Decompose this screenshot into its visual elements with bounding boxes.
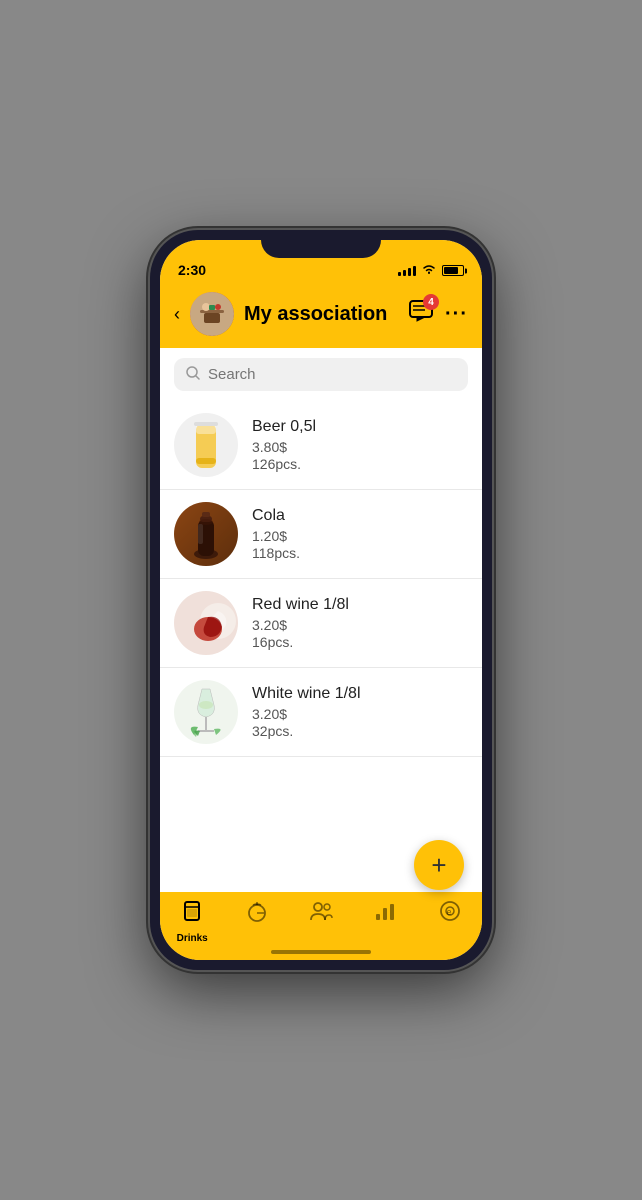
item-qty: 118pcs. [252, 545, 468, 561]
header-actions: 4 ··· [409, 300, 468, 328]
chat-button[interactable]: 4 [409, 300, 433, 328]
item-info-beer: Beer 0,5l 3.80$ 126pcs. [252, 418, 468, 472]
item-name: Beer 0,5l [252, 418, 468, 436]
members-icon [309, 900, 333, 928]
battery-icon [442, 265, 464, 276]
nav-item-stats[interactable] [360, 900, 410, 928]
item-price: 3.80$ [252, 439, 468, 455]
fab-container: + [414, 840, 464, 890]
item-name: Cola [252, 507, 468, 525]
item-name: White wine 1/8l [252, 685, 468, 703]
home-indicator [271, 950, 371, 954]
status-icons [398, 263, 464, 278]
item-qty: 32pcs. [252, 723, 468, 739]
status-time: 2:30 [178, 262, 206, 278]
drinks-label: Drinks [177, 933, 208, 944]
item-qty: 16pcs. [252, 634, 468, 650]
list-item[interactable]: Beer 0,5l 3.80$ 126pcs. [160, 401, 482, 490]
item-info-white-wine: White wine 1/8l 3.20$ 32pcs. [252, 685, 468, 739]
nav-item-members[interactable] [296, 900, 346, 928]
list-item[interactable]: Cola 1.20$ 118pcs. [160, 490, 482, 579]
wifi-icon [421, 263, 437, 278]
items-list: Beer 0,5l 3.80$ 126pcs. [160, 401, 482, 892]
food-icon [246, 900, 268, 930]
item-image-red-wine [174, 591, 238, 655]
nav-item-settings[interactable]: e [425, 900, 475, 928]
stats-icon [374, 900, 396, 928]
svg-text:e: e [446, 907, 451, 917]
item-image-beer [174, 413, 238, 477]
item-price: 3.20$ [252, 617, 468, 633]
app-header: ‹ My association [160, 284, 482, 348]
signal-icon [398, 266, 416, 276]
search-icon [186, 366, 200, 383]
item-info-red-wine: Red wine 1/8l 3.20$ 16pcs. [252, 596, 468, 650]
back-button[interactable]: ‹ [174, 304, 180, 325]
phone-frame: 2:30 [150, 230, 492, 970]
notch [261, 230, 381, 258]
add-item-fab[interactable]: + [414, 840, 464, 890]
search-box [174, 358, 468, 391]
nav-item-food[interactable] [232, 900, 282, 930]
nav-item-drinks[interactable]: Drinks [167, 900, 217, 944]
item-qty: 126pcs. [252, 456, 468, 472]
phone-screen: 2:30 [160, 240, 482, 960]
item-price: 1.20$ [252, 528, 468, 544]
item-info-cola: Cola 1.20$ 118pcs. [252, 507, 468, 561]
item-image-cola [174, 502, 238, 566]
search-input[interactable] [208, 366, 456, 383]
item-image-white-wine [174, 680, 238, 744]
drinks-icon [181, 900, 203, 930]
list-item[interactable]: Red wine 1/8l 3.20$ 16pcs. [160, 579, 482, 668]
header-title: My association [244, 303, 399, 326]
list-item[interactable]: White wine 1/8l 3.20$ 32pcs. [160, 668, 482, 757]
avatar [190, 292, 234, 336]
item-price: 3.20$ [252, 706, 468, 722]
item-name: Red wine 1/8l [252, 596, 468, 614]
notification-badge: 4 [423, 294, 439, 310]
settings-icon: e [439, 900, 461, 928]
more-button[interactable]: ··· [445, 303, 468, 326]
search-container [160, 348, 482, 401]
